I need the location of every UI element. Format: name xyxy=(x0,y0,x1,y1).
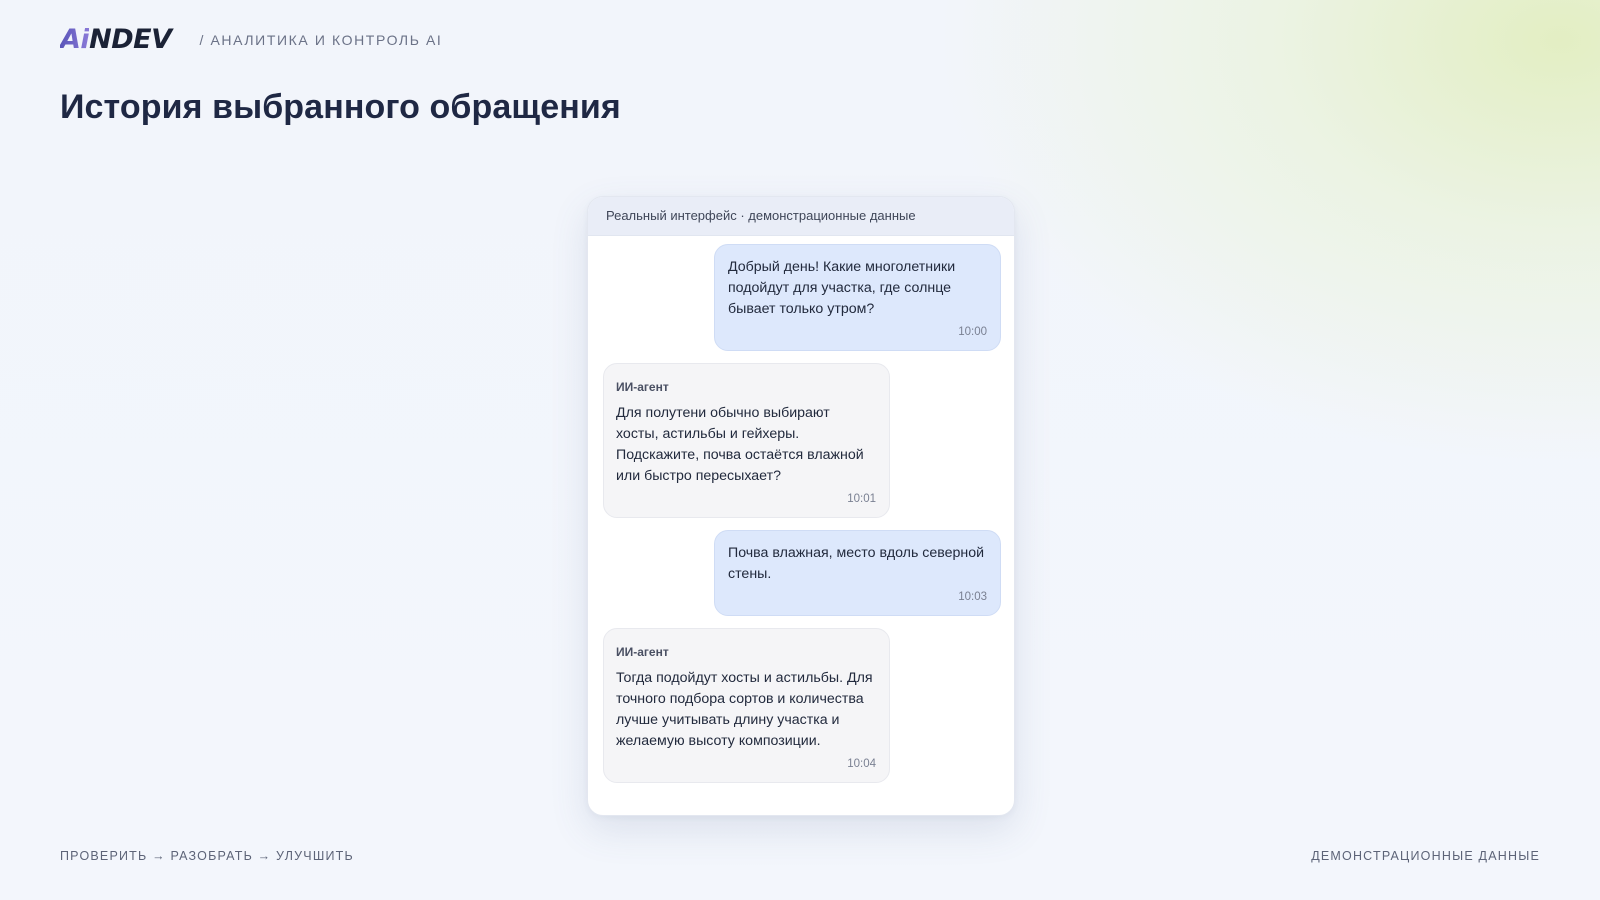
message-text: Добрый день! Какие многолетники подойдут… xyxy=(728,259,956,317)
message-text: Для полутени обычно выбирают хосты, асти… xyxy=(616,405,864,484)
page-title: История выбранного обращения xyxy=(60,88,621,126)
message-time: 10:01 xyxy=(847,493,876,505)
user-message: Добрый день! Какие многолетники подойдут… xyxy=(714,244,1001,351)
message-sender: ИИ-агент xyxy=(616,380,669,394)
chat-card-header: Реальный интерфейс · демонстрационные да… xyxy=(588,197,1014,236)
agent-message: ИИ-агент Тогда подойдут хосты и астильбы… xyxy=(603,628,890,783)
message-time: 10:03 xyxy=(958,591,987,603)
user-message: Почва влажная, место вдоль северной стен… xyxy=(714,530,1001,616)
process-steps-footer: ПРОВЕРИТЬ → РАЗОБРАТЬ → УЛУЧШИТЬ xyxy=(60,849,354,863)
logo-ndev-part: NDEV xyxy=(89,24,172,55)
message-list[interactable]: Добрый день! Какие многолетники подойдут… xyxy=(588,236,1014,807)
agent-message: ИИ-агент Для полутени обычно выбирают хо… xyxy=(603,363,890,518)
demo-data-label: ДЕМОНСТРАЦИОННЫЕ ДАННЫЕ xyxy=(1311,849,1540,863)
chat-card: Реальный интерфейс · демонстрационные да… xyxy=(587,196,1015,816)
aindev-logo[interactable]: Ai NDEV xyxy=(60,24,172,55)
message-text: Тогда подойдут хосты и астильбы. Для точ… xyxy=(616,670,873,749)
tagline: / АНАЛИТИКА И КОНТРОЛЬ AI xyxy=(199,32,443,48)
message-text: Почва влажная, место вдоль северной стен… xyxy=(728,545,985,582)
brand-header: Ai NDEV / АНАЛИТИКА И КОНТРОЛЬ AI xyxy=(60,24,443,55)
message-time: 10:00 xyxy=(958,326,987,338)
message-time: 10:04 xyxy=(847,758,876,770)
message-sender: ИИ-агент xyxy=(616,645,669,659)
logo-ai-part: Ai xyxy=(60,24,90,55)
